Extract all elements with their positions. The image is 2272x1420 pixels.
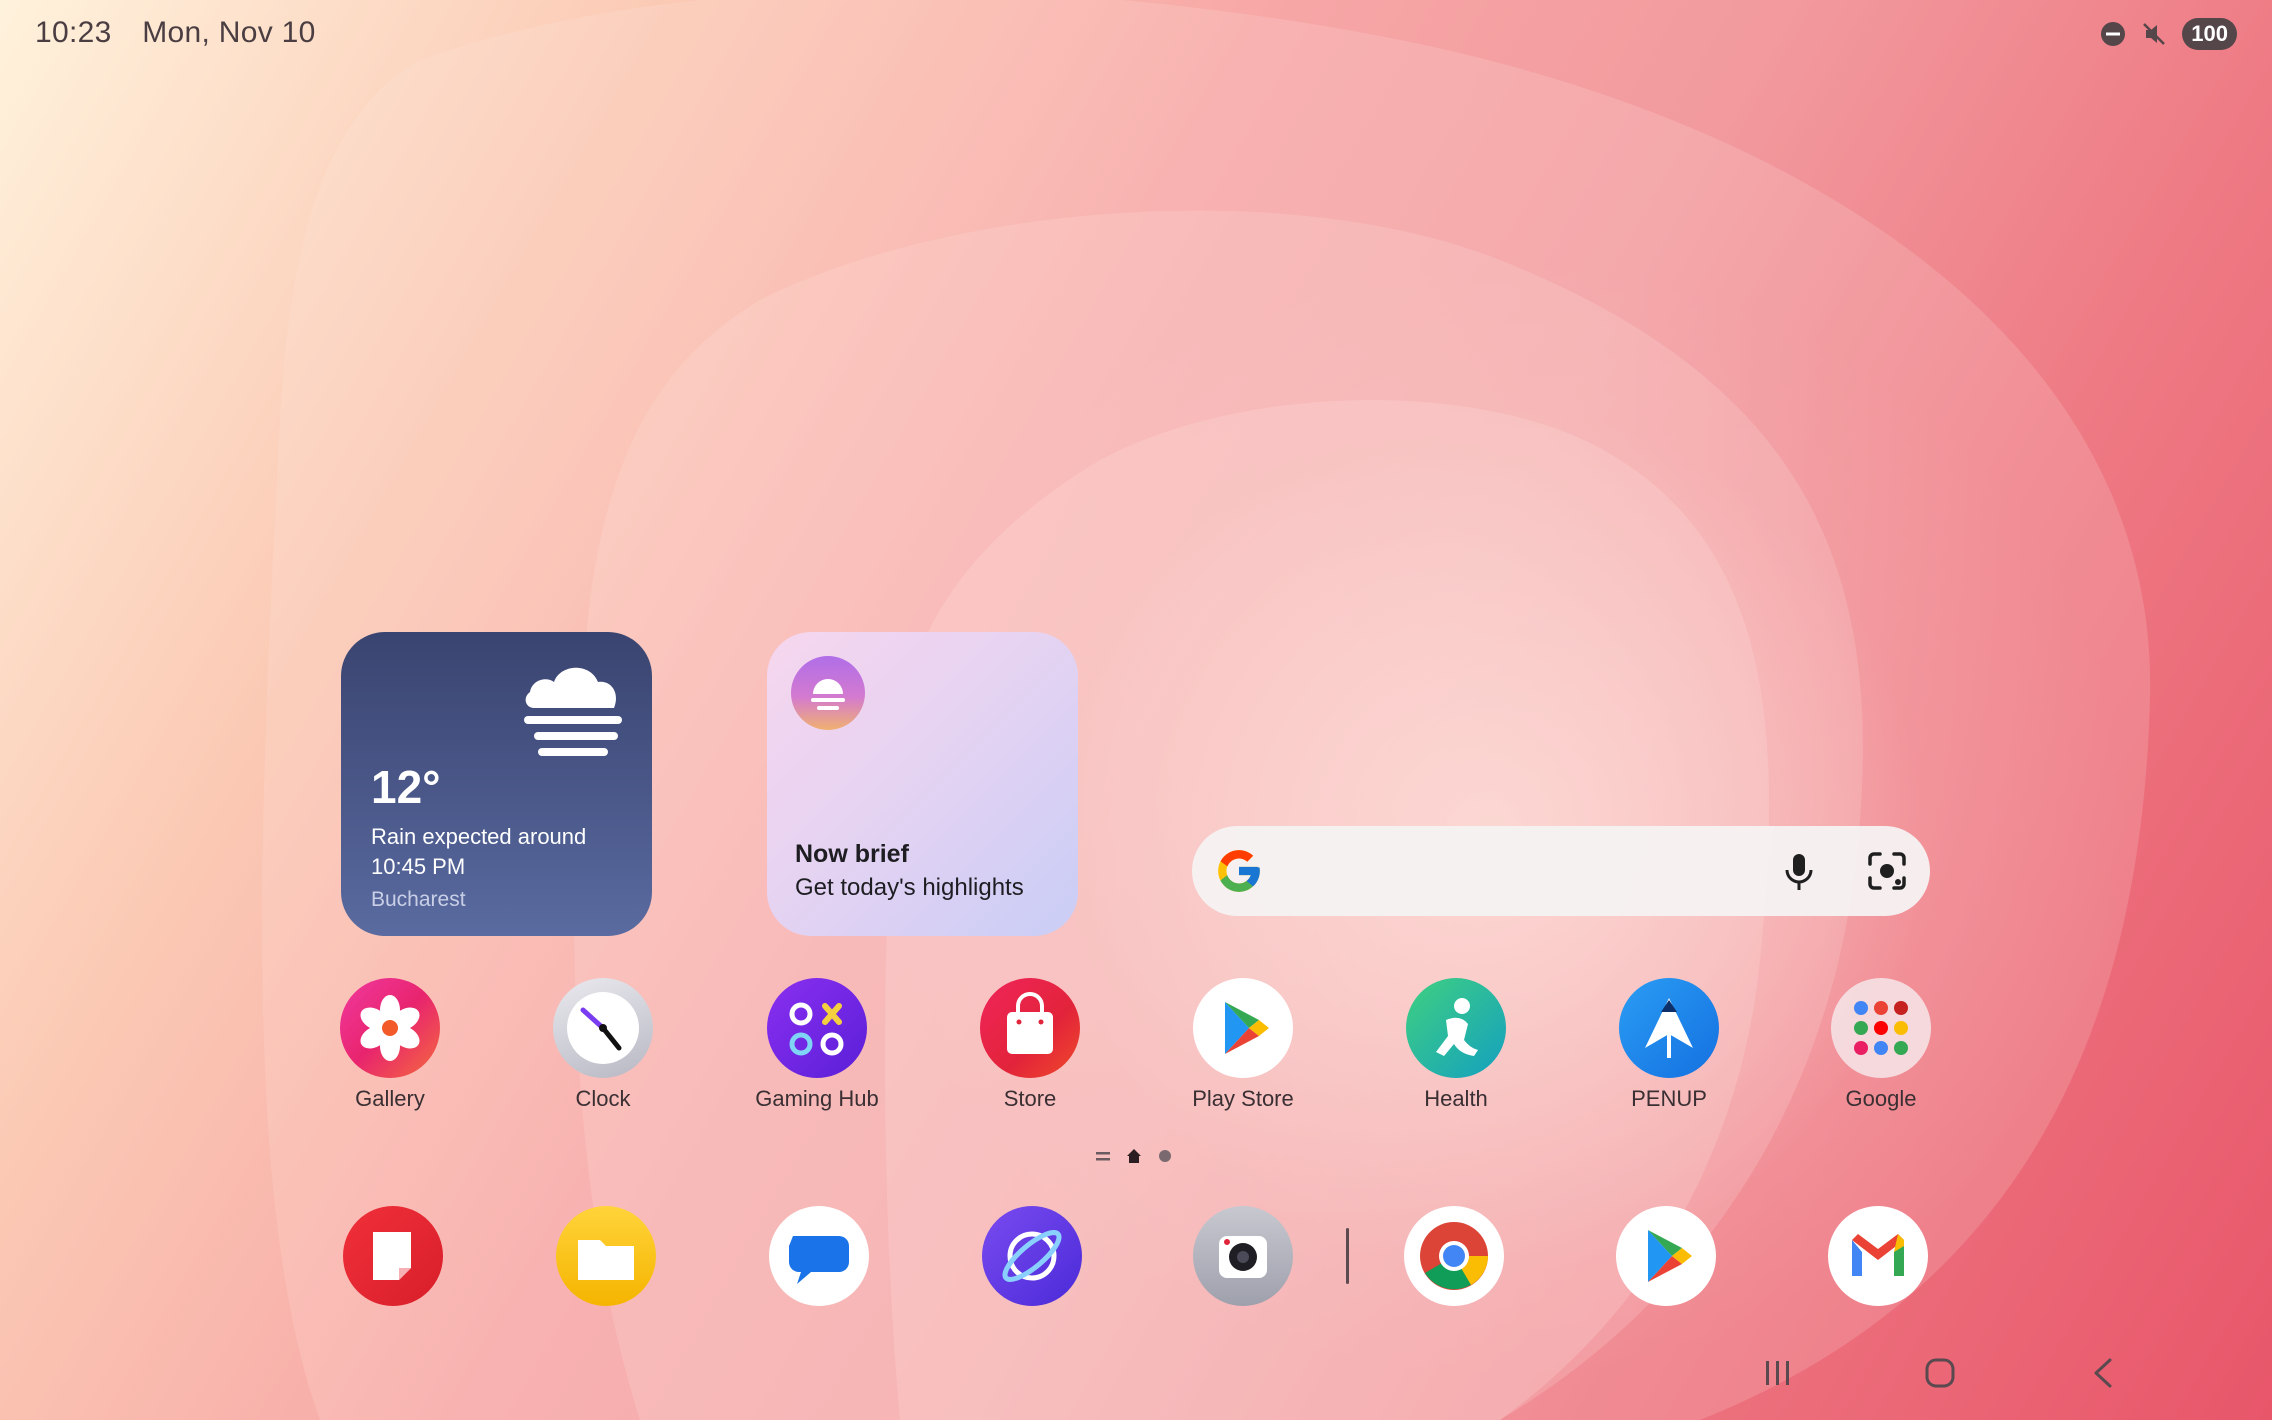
- do-not-disturb-icon: [2101, 22, 2126, 46]
- app-store[interactable]: Store: [930, 978, 1130, 1112]
- app-label: Health: [1424, 1086, 1488, 1111]
- app-penup[interactable]: PENUP: [1569, 978, 1769, 1112]
- app-label: Gallery: [355, 1086, 425, 1111]
- weather-temperature: 12°: [371, 761, 441, 813]
- google-search-bar[interactable]: [1192, 826, 1930, 916]
- clock-icon: [553, 978, 653, 1078]
- home-button[interactable]: [1922, 1355, 1958, 1396]
- gmail-icon[interactable]: [1828, 1206, 1928, 1306]
- mute-icon: [2143, 23, 2166, 45]
- gallery-icon: [340, 978, 440, 1078]
- store-icon: [980, 978, 1080, 1078]
- internet-icon[interactable]: [982, 1206, 1082, 1306]
- weather-description: Rain expected around 10:45 PM: [371, 824, 587, 879]
- camera-icon[interactable]: [1193, 1206, 1293, 1306]
- search-input[interactable]: [1282, 846, 1746, 898]
- back-button[interactable]: [2086, 1355, 2122, 1396]
- now-brief-title: Now brief: [795, 840, 909, 868]
- page-indicator[interactable]: [1096, 1148, 1172, 1164]
- penup-icon: [1619, 978, 1719, 1078]
- chrome-icon[interactable]: [1404, 1206, 1504, 1306]
- app-label: Gaming Hub: [755, 1086, 879, 1111]
- files-icon[interactable]: [556, 1206, 656, 1306]
- list-page-icon[interactable]: [1096, 1150, 1110, 1162]
- dock-divider: [1346, 1228, 1349, 1284]
- app-label: Store: [1003, 1086, 1057, 1111]
- app-label: PENUP: [1631, 1086, 1707, 1111]
- app-label: Google: [1845, 1086, 1917, 1111]
- status-time: 10:23: [35, 16, 112, 49]
- status-left: 10:23 Mon, Nov 10: [35, 16, 338, 50]
- app-clock[interactable]: Clock: [503, 978, 703, 1112]
- status-right: 100: [2100, 18, 2237, 50]
- notes-icon[interactable]: [343, 1206, 443, 1306]
- play-store-icon: [1193, 978, 1293, 1078]
- app-gaming-hub[interactable]: Gaming Hub: [717, 978, 917, 1112]
- app-label: Play Store: [1192, 1086, 1294, 1111]
- app-health[interactable]: Health: [1356, 978, 1556, 1112]
- now-brief-widget[interactable]: Now brief Get today's highlights: [767, 632, 1078, 936]
- recents-icon: [1766, 1361, 1789, 1385]
- weather-widget[interactable]: 12° Rain expected around 10:45 PM Buchar…: [341, 632, 652, 936]
- now-brief-subtitle: Get today's highlights: [795, 874, 1024, 901]
- lens-icon[interactable]: [1864, 848, 1910, 894]
- mic-icon[interactable]: [1774, 846, 1824, 896]
- now-brief-icon: [791, 656, 865, 730]
- app-play-store[interactable]: Play Store: [1143, 978, 1343, 1112]
- google-folder-icon: [1831, 978, 1931, 1078]
- back-icon: [2094, 1358, 2112, 1388]
- page-dot-icon[interactable]: [1158, 1149, 1172, 1163]
- status-bar: 10:23 Mon, Nov 10 100: [0, 0, 2272, 70]
- messages-icon[interactable]: [769, 1206, 869, 1306]
- app-google-folder[interactable]: Google: [1781, 978, 1981, 1112]
- health-icon: [1406, 978, 1506, 1078]
- recents-button[interactable]: [1760, 1355, 1796, 1396]
- home-page-icon[interactable]: [1126, 1148, 1142, 1164]
- status-date: Mon, Nov 10: [142, 16, 316, 49]
- fog-cloud-icon: [524, 667, 622, 756]
- weather-location: Bucharest: [371, 888, 466, 911]
- play-store-icon[interactable]: [1616, 1206, 1716, 1306]
- gaming-hub-icon: [767, 978, 867, 1078]
- google-logo: [1218, 850, 1260, 892]
- app-label: Clock: [575, 1086, 631, 1111]
- app-gallery[interactable]: Gallery: [290, 978, 490, 1112]
- battery-indicator: 100: [2182, 18, 2237, 50]
- home-icon: [1925, 1358, 1955, 1388]
